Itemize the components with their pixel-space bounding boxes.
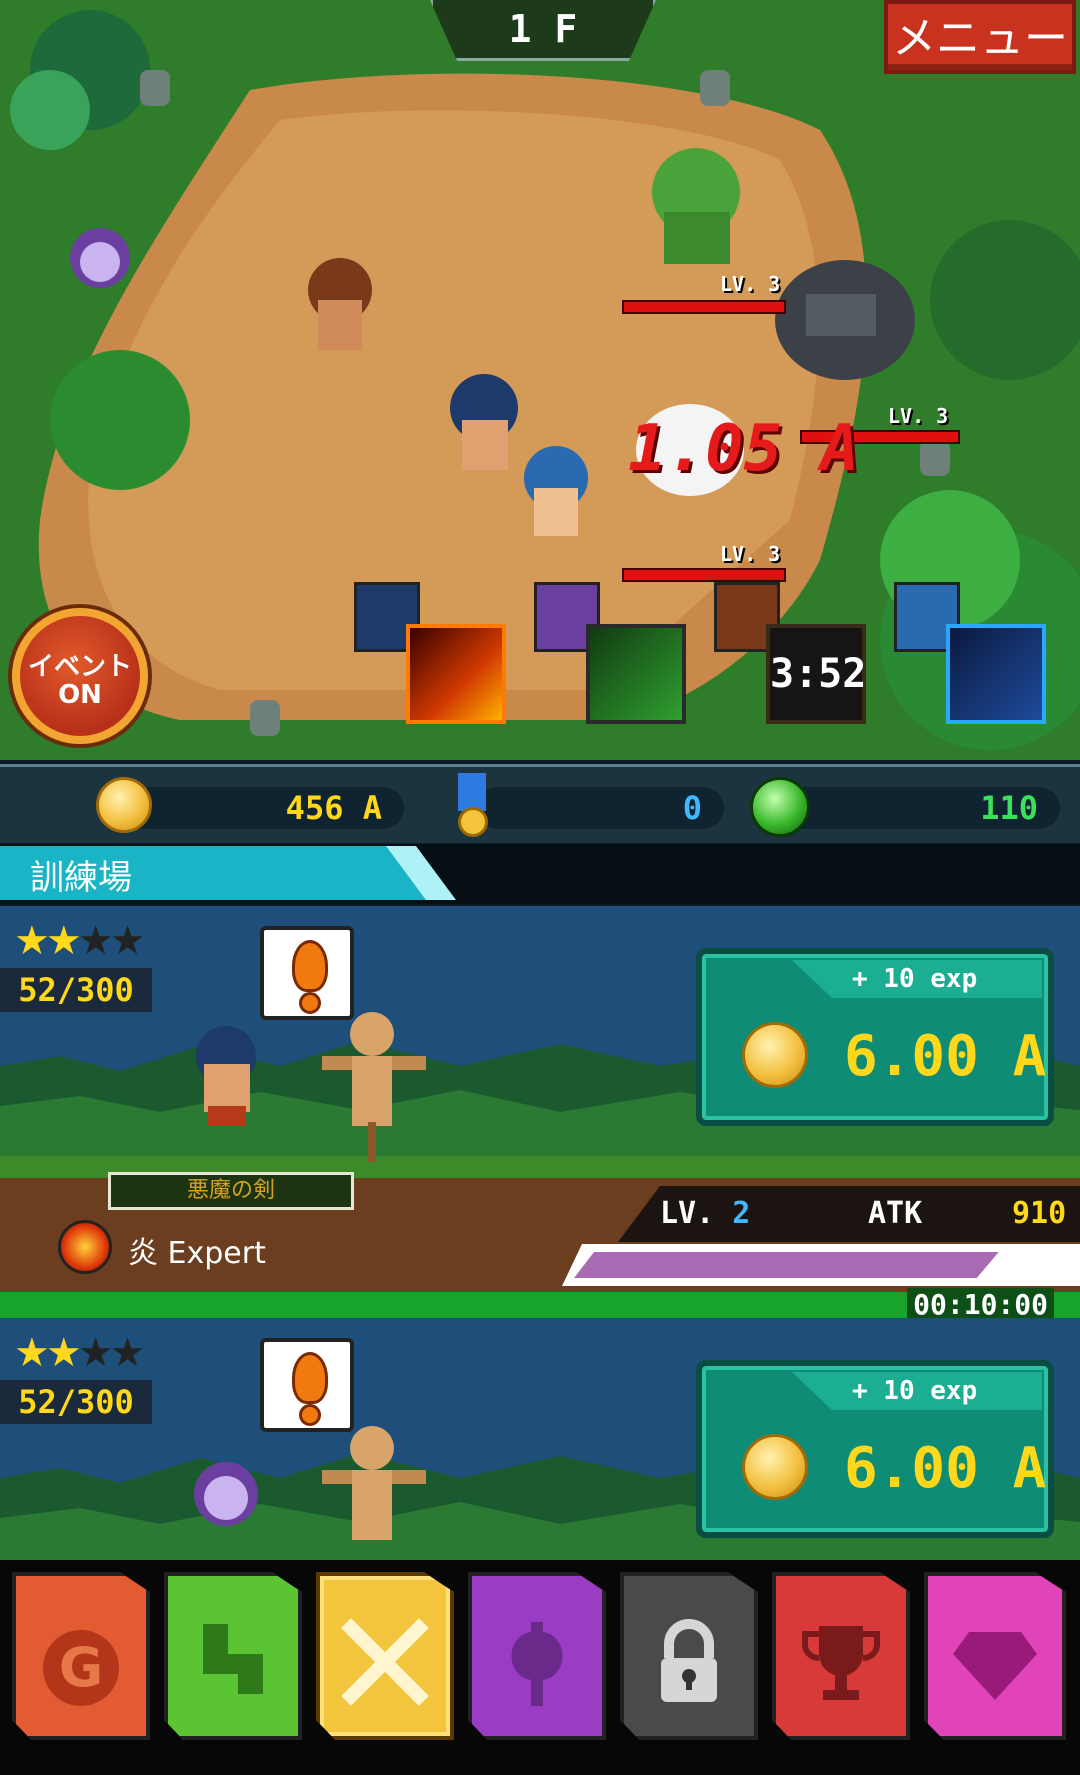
exp-reward: + 10 exp bbox=[852, 1376, 978, 1406]
weapon-name: 悪魔の剣 bbox=[108, 1172, 354, 1210]
rarity-stars: ★★★★ bbox=[14, 1330, 146, 1376]
train-button[interactable]: + 10 exp 6.00 A bbox=[696, 1360, 1054, 1538]
event-toggle-button[interactable]: イベント ON bbox=[12, 608, 148, 744]
training-timer-bar: 00:10:00 bbox=[0, 1288, 1080, 1318]
gem-counter: 110 bbox=[776, 787, 1060, 829]
fire-sword-skill-icon[interactable] bbox=[406, 624, 506, 724]
training-timer: 00:10:00 bbox=[907, 1288, 1054, 1318]
gold-value: 456 A bbox=[285, 789, 382, 827]
exp-reward: + 10 exp bbox=[852, 964, 978, 994]
enemy-level: LV. 3 bbox=[720, 272, 781, 296]
nav-map-button[interactable] bbox=[164, 1572, 302, 1740]
trophy-icon bbox=[776, 1614, 906, 1724]
exclamation-dot bbox=[299, 992, 321, 1014]
train-cost: 6.00 A bbox=[844, 1024, 1047, 1089]
enemy-level: LV. 3 bbox=[888, 404, 949, 428]
star-icon: ★ bbox=[77, 918, 114, 964]
train-cost: 6.00 A bbox=[844, 1436, 1047, 1501]
star-icon: ★ bbox=[45, 918, 82, 964]
map-icon bbox=[168, 1614, 298, 1718]
exp-progress-bar bbox=[562, 1244, 1080, 1286]
skill-cooldown-timer[interactable]: 3:52 bbox=[766, 624, 866, 724]
star-icon: ★ bbox=[14, 1330, 50, 1376]
nav-gold-button[interactable]: G bbox=[12, 1572, 150, 1740]
medal-ribbon-icon bbox=[458, 773, 486, 811]
exp-count: 52/300 bbox=[0, 968, 152, 1012]
menu-button[interactable]: メニュー bbox=[884, 0, 1076, 74]
element-label: 炎 Expert bbox=[128, 1236, 266, 1271]
nav-shop-button[interactable] bbox=[924, 1572, 1066, 1740]
star-icon: ★ bbox=[14, 918, 50, 964]
enemy-hp-bar bbox=[622, 568, 786, 582]
gem-value: 110 bbox=[980, 789, 1038, 827]
gem-icon bbox=[928, 1614, 1062, 1724]
star-icon: ★ bbox=[109, 918, 146, 964]
enemy-level: LV. 3 bbox=[720, 542, 781, 566]
nav-training-button[interactable] bbox=[316, 1572, 454, 1740]
star-icon: ★ bbox=[77, 1330, 114, 1376]
training-slot: ★★★★ 52/300 + 10 exp 6.00 A bbox=[0, 1318, 1080, 1560]
level-label: LV. bbox=[660, 1196, 715, 1231]
nav-locked-button[interactable] bbox=[620, 1572, 758, 1740]
gold-g-glyph: G bbox=[43, 1630, 119, 1706]
axe-skill-icon[interactable] bbox=[946, 624, 1046, 724]
event-status: ON bbox=[58, 680, 102, 710]
star-icon: ★ bbox=[45, 1330, 82, 1376]
exclamation-dot bbox=[299, 1404, 321, 1426]
alert-bubble bbox=[260, 1338, 354, 1432]
nav-ranking-button[interactable] bbox=[772, 1572, 910, 1740]
medal-value: 0 bbox=[682, 789, 702, 827]
gold-coin-icon bbox=[742, 1022, 808, 1088]
event-label: イベント bbox=[27, 652, 132, 682]
damage-number: 1.05 A bbox=[628, 412, 860, 486]
rarity-stars: ★★★★ bbox=[14, 918, 146, 964]
nav-equipment-button[interactable] bbox=[468, 1572, 606, 1740]
medal-icon bbox=[458, 807, 488, 837]
training-slot: ★★★★ 52/300 + 10 exp 6.00 A 悪魔の剣 炎 Exper… bbox=[0, 906, 1080, 1318]
exp-count: 52/300 bbox=[0, 1380, 152, 1424]
alert-bubble bbox=[260, 926, 354, 1020]
hero-level: LV. 2 bbox=[660, 1196, 750, 1231]
bottom-nav: G bbox=[0, 1560, 1080, 1775]
level-value: 2 bbox=[732, 1196, 751, 1231]
gold-counter: 456 A bbox=[120, 787, 404, 829]
resource-bar: 456 A 0 110 bbox=[0, 764, 1080, 846]
exclamation-icon bbox=[292, 940, 328, 992]
attack-value: 910 bbox=[1012, 1196, 1067, 1231]
floor-indicator: 1 F bbox=[430, 0, 656, 61]
gold-coin-icon bbox=[96, 777, 152, 833]
exclamation-icon bbox=[292, 1352, 328, 1404]
enemy-hp-bar bbox=[622, 300, 786, 314]
star-icon: ★ bbox=[109, 1330, 146, 1376]
fire-element-icon bbox=[58, 1220, 112, 1274]
gold-g-icon: G bbox=[16, 1614, 146, 1706]
crossed-swords-icon bbox=[320, 1614, 450, 1724]
green-sword-skill-icon[interactable] bbox=[586, 624, 686, 724]
padlock-icon bbox=[624, 1614, 754, 1724]
exp-progress-fill bbox=[574, 1252, 999, 1278]
gold-coin-icon bbox=[742, 1434, 808, 1500]
battle-field[interactable]: 1 F メニュー LV. 3 LV. 3 LV. 3 1.05 A イベント O… bbox=[0, 0, 1080, 760]
section-title: 訓練場 bbox=[30, 858, 132, 898]
attack-label: ATK bbox=[868, 1196, 923, 1231]
train-button[interactable]: + 10 exp 6.00 A bbox=[696, 948, 1054, 1126]
medal-counter: 0 bbox=[476, 787, 724, 829]
section-header: 訓練場 bbox=[0, 844, 1080, 904]
battle-axe-icon bbox=[472, 1614, 602, 1724]
green-gem-icon bbox=[750, 777, 810, 837]
